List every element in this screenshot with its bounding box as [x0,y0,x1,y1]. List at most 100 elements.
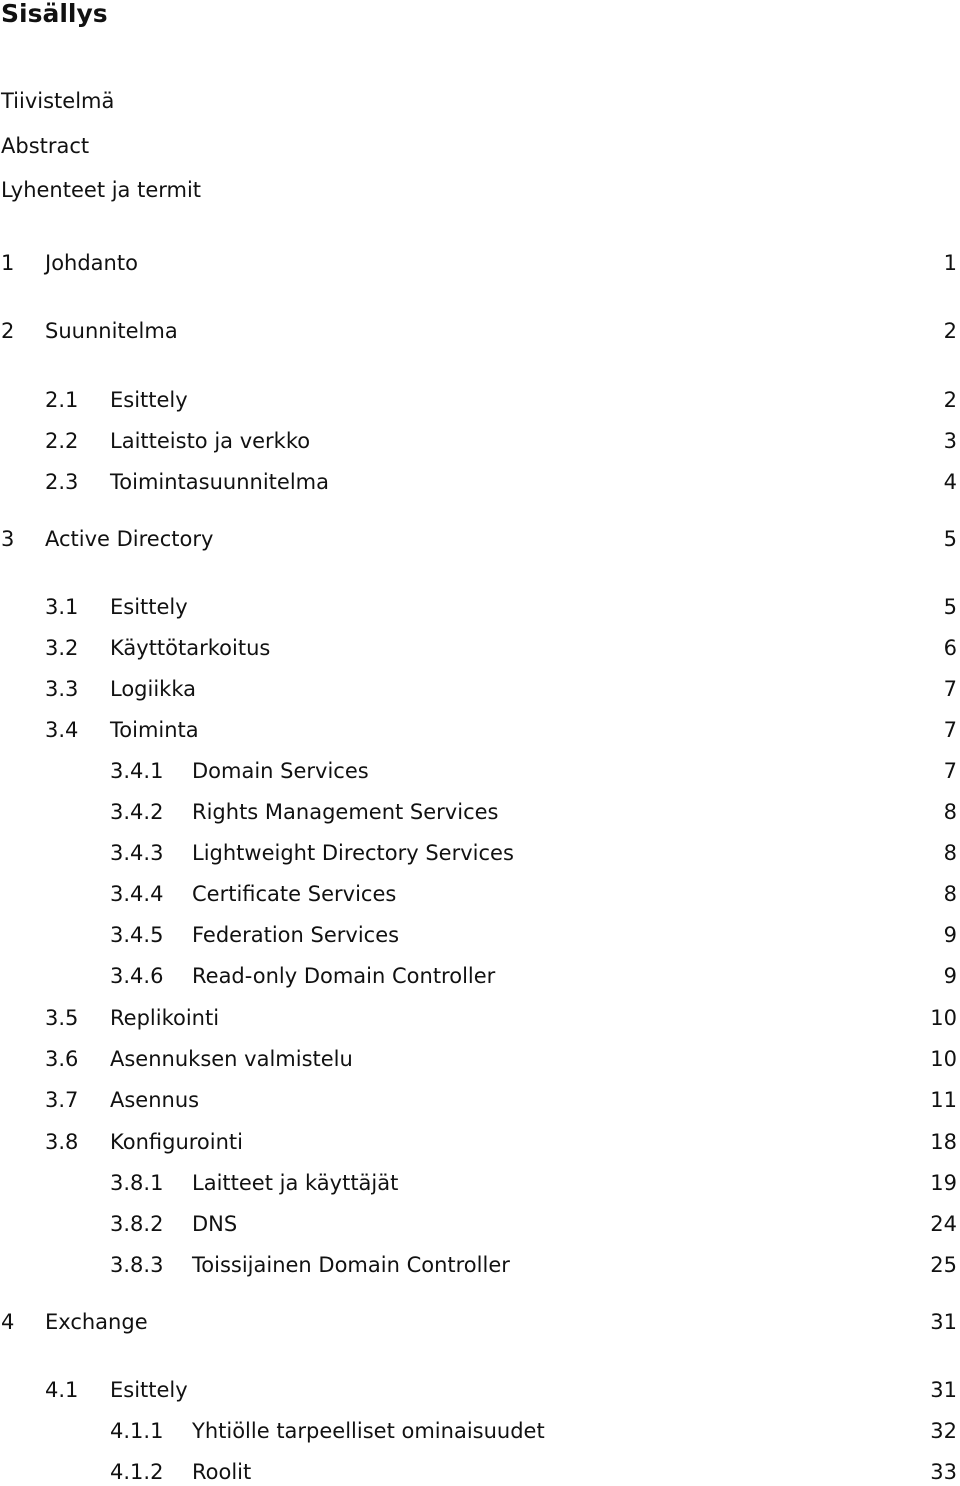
toc-entry[interactable]: 3 Active Directory 5 [0,525,960,553]
toc-entry-page: 8 [943,800,957,824]
front-matter-tiivistelma[interactable]: Tiivistelmä [1,87,114,115]
front-matter-lyhenteet[interactable]: Lyhenteet ja termit [1,176,201,204]
toc-entry-page: 2 [943,319,957,343]
toc-entry-page: 31 [930,1378,957,1402]
toc-entry-label: Konfigurointi [110,1130,243,1154]
toc-entry-number: 4.1.2 [110,1460,164,1484]
toc-entry-label: Federation Services [192,923,400,947]
toc-entry-number: 3.3 [45,677,79,701]
toc-entry-label: Johdanto [45,251,138,275]
toc-entry[interactable]: 4 Exchange 31 [0,1308,960,1336]
toc-entry[interactable]: 3.4.5 Federation Services 9 [0,921,960,949]
toc-entry-label: Lightweight Directory Services [192,841,514,865]
toc-entry-number: 3.8.3 [110,1253,164,1277]
toc-entry-number: 3.4.4 [110,882,164,906]
toc-entry-number: 3.1 [45,595,79,619]
toc-entry-number: 2.1 [45,388,79,412]
toc-entry-label: Asennus [110,1088,200,1112]
toc-entry-page: 5 [943,527,957,551]
toc-entry[interactable]: 3.6 Asennuksen valmistelu 10 [0,1045,960,1073]
toc-entry-number: 3.4.1 [110,759,164,783]
toc-entry[interactable]: 3.8.3 Toissijainen Domain Controller 25 [0,1251,960,1279]
toc-entry-number: 3.4 [45,718,79,742]
toc-entry-label: Active Directory [45,527,214,551]
toc-entry-page: 9 [943,964,957,988]
toc-entry-page: 2 [943,388,957,412]
toc-entry-label: Exchange [45,1310,148,1334]
toc-entry-page: 1 [943,251,957,275]
toc-entry-page: 11 [930,1088,957,1112]
toc-entry-number: 3.8.2 [110,1212,164,1236]
toc-entry-number: 4 [1,1310,15,1334]
toc-entry-label: Käyttötarkoitus [110,636,271,660]
toc-entry[interactable]: 3.8 Konfigurointi 18 [0,1128,960,1156]
toc-entry[interactable]: 3.4.3 Lightweight Directory Services 8 [0,839,960,867]
toc-entry-page: 33 [930,1460,957,1484]
toc-entry-label: Replikointi [110,1006,220,1030]
toc-entry[interactable]: 3.8.1 Laitteet ja käyttäjät 19 [0,1169,960,1197]
toc-entry[interactable]: 3.4.1 Domain Services 7 [0,757,960,785]
toc-entry-number: 3.8.1 [110,1171,164,1195]
toc-entry-number: 3.4.3 [110,841,164,865]
toc-entry-number: 2.3 [45,470,79,494]
toc-entry[interactable]: 3.2 Käyttötarkoitus 6 [0,634,960,662]
toc-entry[interactable]: 3.1 Esittely 5 [0,593,960,621]
toc-entry-label: Suunnitelma [45,319,178,343]
toc-entry-page: 6 [943,636,957,660]
toc-entry-page: 5 [943,595,957,619]
toc-entry[interactable]: 3.3 Logiikka 7 [0,675,960,703]
toc-entry[interactable]: 4.1.2 Roolit 33 [0,1458,960,1486]
toc-entry-page: 10 [930,1006,957,1030]
toc-entry-page: 4 [943,470,957,494]
toc-entry[interactable]: 3.4.6 Read-only Domain Controller 9 [0,962,960,990]
toc-entry-number: 3.4.6 [110,964,164,988]
toc-entry-label: Toiminta [110,718,199,742]
toc-entry-number: 2.2 [45,429,79,453]
toc-entry-label: Certificate Services [192,882,397,906]
toc-entry-label: Esittely [110,1378,188,1402]
toc-entry[interactable]: 1 Johdanto 1 [0,249,960,277]
toc-entry-number: 3 [1,527,15,551]
toc-entry-number: 3.4.2 [110,800,164,824]
toc-entry-number: 3.7 [45,1088,79,1112]
toc-entry-label: Rights Management Services [192,800,499,824]
toc-entry[interactable]: 2.3 Toimintasuunnitelma 4 [0,468,960,496]
toc-entry[interactable]: 3.5 Replikointi 10 [0,1004,960,1032]
toc-entry-page: 24 [930,1212,957,1236]
toc-entry-page: 7 [943,718,957,742]
toc-entry-number: 1 [1,251,15,275]
toc-entry-number: 3.6 [45,1047,79,1071]
toc-entry[interactable]: 3.4.4 Certificate Services 8 [0,880,960,908]
toc-entry[interactable]: 2 Suunnitelma 2 [0,317,960,345]
toc-entry-number: 3.8 [45,1130,79,1154]
toc-entry[interactable]: 3.4.2 Rights Management Services 8 [0,798,960,826]
toc-entry-label: Asennuksen valmistelu [110,1047,353,1071]
toc-entry-label: DNS [192,1212,238,1236]
toc-entry-label: Laitteisto ja verkko [110,429,311,453]
page-title: Sisällys [1,0,108,28]
toc-entry[interactable]: 3.4 Toiminta 7 [0,716,960,744]
toc-entry-page: 8 [943,882,957,906]
toc-entry-page: 3 [943,429,957,453]
toc-entry[interactable]: 4.1.1 Yhtiölle tarpeelliset ominaisuudet 3… [0,1417,960,1445]
toc-entry-label: Logiikka [110,677,196,701]
toc-entry-number: 4.1.1 [110,1419,164,1443]
toc-entry-label: Esittely [110,595,188,619]
toc-entry[interactable]: 3.7 Asennus 11 [0,1086,960,1114]
toc-entry[interactable]: 2.2 Laitteisto ja verkko 3 [0,427,960,455]
toc-entry-page: 31 [930,1310,957,1334]
toc-entry[interactable]: 4.1 Esittely 31 [0,1376,960,1404]
toc-entry-number: 2 [1,319,15,343]
toc-entry[interactable]: 3.8.2 DNS 24 [0,1210,960,1238]
toc-entry-label: Toissijainen Domain Controller [192,1253,510,1277]
toc-entry-page: 32 [930,1419,957,1443]
toc-entry-label: Toimintasuunnitelma [110,470,329,494]
toc-entry-number: 4.1 [45,1378,79,1402]
toc-entry-label: Read-only Domain Controller [192,964,496,988]
toc-entry-number: 3.5 [45,1006,79,1030]
toc-entry[interactable]: 2.1 Esittely 2 [0,386,960,414]
front-matter-abstract[interactable]: Abstract [1,132,89,160]
toc-entry-label: Roolit [192,1460,252,1484]
toc-entry-page: 9 [943,923,957,947]
toc-entry-label: Yhtiölle tarpeelliset ominaisuudet [192,1419,545,1443]
